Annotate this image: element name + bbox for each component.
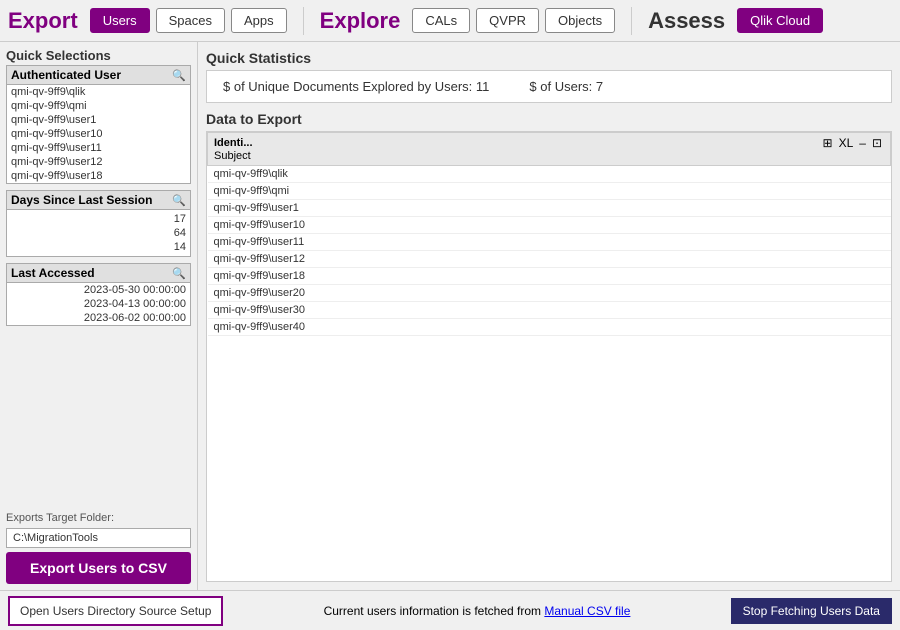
last-accessed-listbox: Last Accessed 🔍 2023-05-30 00:00:002023-… — [6, 263, 191, 326]
sep2 — [631, 7, 632, 35]
data-table-body: qmi-qv-9ff9\qlikqmi-qv-9ff9\qmiqmi-qv-9f… — [208, 166, 891, 336]
list-item[interactable]: qmi-qv-9ff9\user11 — [7, 141, 190, 155]
exports-target-label: Exports Target Folder: — [6, 512, 191, 524]
last-accessed-list: 2023-05-30 00:00:002023-04-13 00:00:0020… — [7, 283, 190, 325]
export-csv-button[interactable]: Export Users to CSV — [6, 552, 191, 584]
data-table-container: Identi... ⊞ XL – ⊡ Subject — [206, 131, 892, 582]
table-row[interactable]: qmi-qv-9ff9\user40 — [208, 319, 891, 336]
col-identity-label: Identi... — [214, 137, 253, 149]
list-item[interactable]: qmi-qv-9ff9\qmi — [7, 99, 190, 113]
table-row[interactable]: qmi-qv-9ff9\user30 — [208, 302, 891, 319]
auth-user-search-icon[interactable]: 🔍 — [172, 69, 186, 82]
col-xl-icon[interactable]: XL — [837, 136, 856, 150]
col-subject-label: Subject — [214, 150, 884, 162]
stop-fetching-button[interactable]: Stop Fetching Users Data — [731, 598, 892, 624]
open-users-directory-button[interactable]: Open Users Directory Source Setup — [8, 596, 223, 626]
qlik-cloud-nav-btn[interactable]: Qlik Cloud — [737, 8, 823, 33]
footer-info-text: Current users information is fetched fro… — [324, 604, 545, 618]
list-item[interactable]: qmi-qv-9ff9\user12 — [7, 155, 190, 169]
data-export-title: Data to Export — [206, 111, 892, 127]
listbox-header-auth-user: Authenticated User 🔍 — [7, 66, 190, 85]
apps-nav-btn[interactable]: Apps — [231, 8, 287, 33]
list-item[interactable]: qmi-qv-9ff9\user10 — [7, 127, 190, 141]
authenticated-user-listbox: Authenticated User 🔍 qmi-qv-9ff9\qlikqmi… — [6, 65, 191, 184]
sep1 — [303, 7, 304, 35]
app-header: Export Users Spaces Apps Explore CALs QV… — [0, 0, 900, 42]
table-row[interactable]: qmi-qv-9ff9\user20 — [208, 285, 891, 302]
explore-label: Explore — [320, 8, 401, 34]
quick-stats-section: Quick Statistics $ of Unique Documents E… — [206, 50, 892, 103]
export-label: Export — [8, 8, 78, 34]
left-panel: Quick Selections Authenticated User 🔍 qm… — [0, 42, 198, 590]
days-listbox-header: Days Since Last Session 🔍 — [7, 191, 190, 210]
list-item[interactable]: 2023-05-30 00:00:00 — [7, 283, 190, 297]
table-row[interactable]: qmi-qv-9ff9\user10 — [208, 217, 891, 234]
right-panel: Quick Statistics $ of Unique Documents E… — [198, 42, 900, 590]
explore-nav: CALs QVPR Objects — [412, 8, 615, 33]
table-col-identity: Identi... ⊞ XL – ⊡ Subject — [208, 133, 891, 166]
cals-nav-btn[interactable]: CALs — [412, 8, 470, 33]
table-row[interactable]: qmi-qv-9ff9\qmi — [208, 183, 891, 200]
list-item[interactable]: 14 — [174, 240, 186, 254]
table-row[interactable]: qmi-qv-9ff9\qlik — [208, 166, 891, 183]
main-content: Quick Selections Authenticated User 🔍 qm… — [0, 42, 900, 590]
table-row[interactable]: qmi-qv-9ff9\user11 — [208, 234, 891, 251]
col-copy-icon[interactable]: ⊞ — [821, 136, 835, 150]
quick-stats-title: Quick Statistics — [206, 50, 892, 66]
days-label: Days Since Last Session — [11, 193, 152, 207]
col-expand-icon[interactable]: ⊡ — [870, 136, 884, 150]
auth-user-list: qmi-qv-9ff9\qlikqmi-qv-9ff9\qmiqmi-qv-9f… — [7, 85, 190, 183]
list-item[interactable]: 17 — [174, 212, 186, 226]
quick-selections-title: Quick Selections — [6, 48, 191, 63]
list-item[interactable]: qmi-qv-9ff9\user18 — [7, 169, 190, 183]
data-table: Identi... ⊞ XL – ⊡ Subject — [207, 132, 891, 336]
col-minus-icon[interactable]: – — [857, 136, 868, 150]
days-listbox: Days Since Last Session 🔍 176414 — [6, 190, 191, 257]
qvpr-nav-btn[interactable]: QVPR — [476, 8, 539, 33]
spaces-nav-btn[interactable]: Spaces — [156, 8, 225, 33]
table-row[interactable]: qmi-qv-9ff9\user12 — [208, 251, 891, 268]
users-nav-btn[interactable]: Users — [90, 8, 150, 33]
stat-users: $ of Users: 7 — [529, 79, 603, 94]
list-item[interactable]: 2023-06-02 00:00:00 — [7, 311, 190, 325]
assess-nav: Qlik Cloud — [737, 8, 823, 33]
last-accessed-header: Last Accessed 🔍 — [7, 264, 190, 283]
quick-selections-section: Quick Selections Authenticated User 🔍 qm… — [6, 48, 191, 184]
list-item[interactable]: qmi-qv-9ff9\qlik — [7, 85, 190, 99]
list-item[interactable]: qmi-qv-9ff9\user1 — [7, 113, 190, 127]
objects-nav-btn[interactable]: Objects — [545, 8, 615, 33]
list-item[interactable]: 2023-04-13 00:00:00 — [7, 297, 190, 311]
list-item[interactable]: 64 — [174, 226, 186, 240]
export-folder-input[interactable] — [6, 528, 191, 548]
days-items: 176414 — [7, 210, 190, 256]
table-row[interactable]: qmi-qv-9ff9\user1 — [208, 200, 891, 217]
last-accessed-label: Last Accessed — [11, 266, 95, 280]
days-search-icon[interactable]: 🔍 — [172, 194, 186, 207]
auth-user-label: Authenticated User — [11, 68, 121, 82]
last-accessed-search-icon[interactable]: 🔍 — [172, 267, 186, 280]
export-nav: Users Spaces Apps — [90, 8, 287, 33]
table-row[interactable]: qmi-qv-9ff9\user18 — [208, 268, 891, 285]
footer: Open Users Directory Source Setup Curren… — [0, 590, 900, 630]
export-section: Exports Target Folder: Export Users to C… — [6, 512, 191, 584]
footer-info: Current users information is fetched fro… — [324, 604, 631, 618]
assess-label: Assess — [648, 8, 725, 34]
table-header-row: Identi... ⊞ XL – ⊡ Subject — [208, 133, 891, 166]
data-export-section: Data to Export Identi... ⊞ XL – — [206, 111, 892, 582]
manual-csv-link[interactable]: Manual CSV file — [544, 604, 630, 618]
quick-stats-box: $ of Unique Documents Explored by Users:… — [206, 70, 892, 103]
stat-unique-docs: $ of Unique Documents Explored by Users:… — [223, 79, 489, 94]
